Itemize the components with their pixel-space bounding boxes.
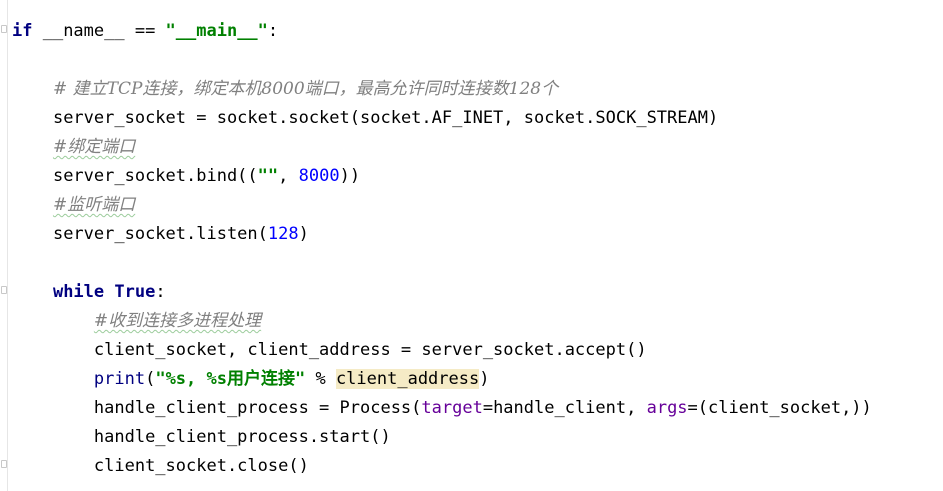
fold-marker-icon[interactable] xyxy=(1,286,7,294)
code-line: client_socket, client_address = server_s… xyxy=(93,340,647,360)
keyword-token: if xyxy=(12,21,33,41)
code-line: if __name__ == "__main__": xyxy=(12,21,279,41)
comment-line: # 建立TCP连接，绑定本机8000端口，最高允许同时连接数128个 xyxy=(12,75,558,104)
string-token: "" xyxy=(257,166,279,186)
editor-gutter xyxy=(0,0,8,491)
keyword-token: True xyxy=(114,282,156,302)
string-token: "%s, %s用户连接" xyxy=(155,369,306,389)
code-line: handle_client_process = Process(target=h… xyxy=(93,398,872,418)
keyword-argument-token: target xyxy=(421,398,483,418)
comment-token: #监听端口 xyxy=(52,195,136,215)
comment-token: #绑定端口 xyxy=(52,137,136,157)
number-token: 128 xyxy=(267,224,299,244)
comment-line: #监听端口 xyxy=(12,191,135,220)
comment-token: #收到连接多进程处理 xyxy=(93,311,262,331)
comment-token: # 建立TCP连接，绑定本机8000端口，最高允许同时连接数128个 xyxy=(52,79,559,99)
comment-line: #收到连接多进程处理 xyxy=(12,307,261,336)
code-line: client_socket.close() xyxy=(93,456,309,476)
builtin-token: print xyxy=(93,369,146,389)
highlighted-identifier[interactable]: client_address xyxy=(335,369,480,389)
fold-marker-icon[interactable] xyxy=(1,460,7,468)
code-line: server_socket.bind(("", 8000)) xyxy=(52,166,361,186)
number-token: 8000 xyxy=(298,166,340,186)
code-line: server_socket.listen(128) xyxy=(52,224,309,244)
string-token: "__main__" xyxy=(165,21,268,41)
code-line: handle_client_process.start() xyxy=(93,427,391,447)
code-line: server_socket = socket.socket(socket.AF_… xyxy=(52,108,719,128)
code-line: while True: xyxy=(52,282,166,302)
code-line: print("%s, %s用户连接" % client_address) xyxy=(93,369,490,389)
keyword-token: while xyxy=(52,282,105,302)
keyword-argument-token: args xyxy=(646,398,688,418)
comment-line: #绑定端口 xyxy=(12,133,135,162)
fold-marker-icon[interactable] xyxy=(1,25,7,33)
